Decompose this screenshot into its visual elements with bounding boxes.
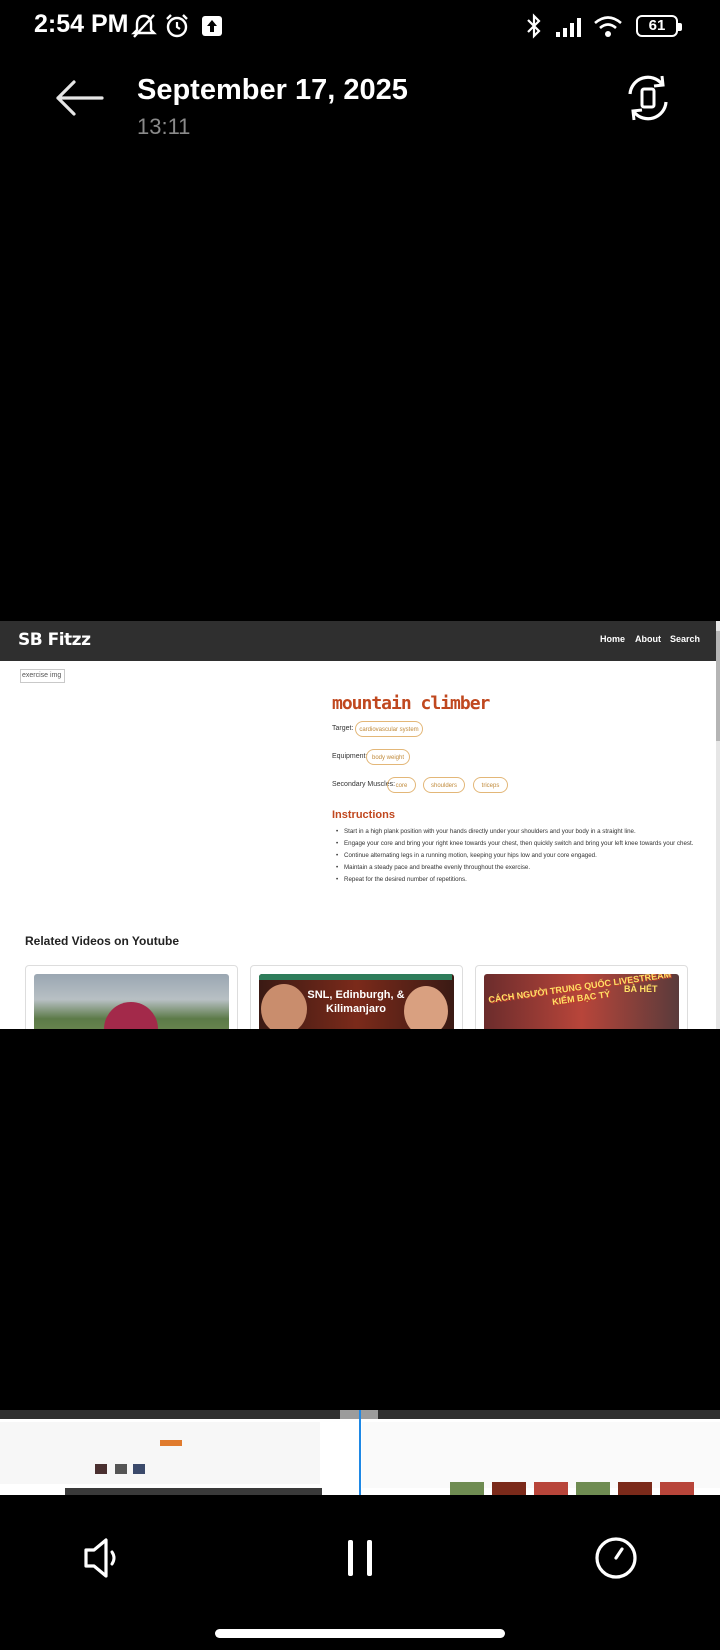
video-frame[interactable]: SB Fitzz Home About Search exercise img … xyxy=(0,621,720,1029)
timeline-frame-mark xyxy=(492,1482,526,1495)
target-pill[interactable]: cardiovascular system xyxy=(355,721,423,737)
equipment-label: Equipment: xyxy=(332,753,368,760)
timeline-frame-mark xyxy=(133,1464,145,1474)
volume-icon[interactable] xyxy=(76,1530,132,1586)
secondary-muscle-pill[interactable]: core xyxy=(387,777,416,793)
video-card[interactable]: CÁCH NGƯỜI TRUNG QUỐC LIVESTREAM KIẾM BẠ… xyxy=(475,965,688,1029)
secondary-muscle-pill[interactable]: triceps xyxy=(473,777,508,793)
timeline-frame-mark xyxy=(450,1482,484,1495)
nav-search-link[interactable]: Search xyxy=(670,634,700,644)
nav-home-link[interactable]: Home xyxy=(600,634,625,644)
upload-icon xyxy=(202,16,222,36)
back-arrow-icon[interactable] xyxy=(52,70,108,126)
video-card[interactable] xyxy=(25,965,238,1029)
wifi-icon xyxy=(594,16,622,37)
home-indicator[interactable] xyxy=(215,1629,505,1638)
rotate-icon[interactable] xyxy=(622,72,674,124)
signal-icon xyxy=(556,18,581,37)
timeline-frame-mark xyxy=(534,1482,568,1495)
exercise-image: exercise img xyxy=(20,669,65,683)
video-thumbnail[interactable]: CÁCH NGƯỜI TRUNG QUỐC LIVESTREAM KIẾM BẠ… xyxy=(484,974,679,1029)
video-thumbnail-text: SNL, Edinburgh, & Kilimanjaro xyxy=(307,989,405,1015)
video-thumbnail[interactable] xyxy=(34,974,229,1029)
site-navbar: SB Fitzz Home About Search xyxy=(0,621,716,661)
mute-notifications-icon xyxy=(131,14,157,38)
timeline-frame-mark xyxy=(95,1464,107,1474)
timeline-frame-mark xyxy=(160,1440,182,1446)
instruction-item: Maintain a steady pace and breathe evenl… xyxy=(336,864,530,871)
bluetooth-icon xyxy=(527,13,541,39)
site-logo[interactable]: SB Fitzz xyxy=(18,630,91,650)
page-title: September 17, 2025 xyxy=(137,74,408,106)
target-label: Target: xyxy=(332,725,354,732)
instruction-item: Repeat for the desired number of repetit… xyxy=(336,876,467,883)
exercise-title: mountain climber xyxy=(332,693,490,714)
alarm-icon xyxy=(166,14,188,38)
timeline-playhead[interactable] xyxy=(359,1410,361,1495)
secondary-muscles-label: Secondary Muscles: xyxy=(332,781,396,788)
instruction-item: Engage your core and bring your right kn… xyxy=(336,840,693,847)
status-time: 2:54 PM xyxy=(34,10,129,38)
instructions-heading: Instructions xyxy=(332,809,395,821)
pause-icon[interactable] xyxy=(332,1530,388,1586)
video-thumbnail[interactable]: SNL, Edinburgh, & Kilimanjaro xyxy=(259,974,454,1029)
timeline-frame-mark xyxy=(660,1482,694,1495)
battery-indicator: 61 xyxy=(636,15,682,37)
video-timeline[interactable] xyxy=(0,1410,720,1495)
timeline-frame-mark xyxy=(618,1482,652,1495)
video-card[interactable]: SNL, Edinburgh, & Kilimanjaro xyxy=(250,965,463,1029)
page-scrollbar-thumb[interactable] xyxy=(716,631,720,741)
instruction-item: Start in a high plank position with your… xyxy=(336,828,636,835)
secondary-muscle-pill[interactable]: shoulders xyxy=(423,777,465,793)
timeline-frame-mark xyxy=(115,1464,127,1474)
video-thumbnail-badge: BÀ HẾT xyxy=(624,984,658,994)
timeline-frame-mark xyxy=(576,1482,610,1495)
status-bar: 2:54 PM 61 xyxy=(0,0,720,52)
timeline-scroll-bar[interactable] xyxy=(65,1488,322,1495)
timeline-frame-thumb xyxy=(0,1422,320,1484)
speed-icon[interactable] xyxy=(588,1530,644,1586)
equipment-pill[interactable]: body weight xyxy=(366,749,410,765)
related-videos-heading: Related Videos on Youtube xyxy=(25,934,180,948)
recording-time: 13:11 xyxy=(137,114,191,139)
nav-about-link[interactable]: About xyxy=(635,634,661,644)
instruction-item: Continue alternating legs in a running m… xyxy=(336,852,597,859)
timeline-frame-thumb xyxy=(362,1422,720,1495)
video-thumbnail-text: CÁCH NGƯỜI TRUNG QUỐC LIVESTREAM KIẾM BẠ… xyxy=(487,974,672,1007)
